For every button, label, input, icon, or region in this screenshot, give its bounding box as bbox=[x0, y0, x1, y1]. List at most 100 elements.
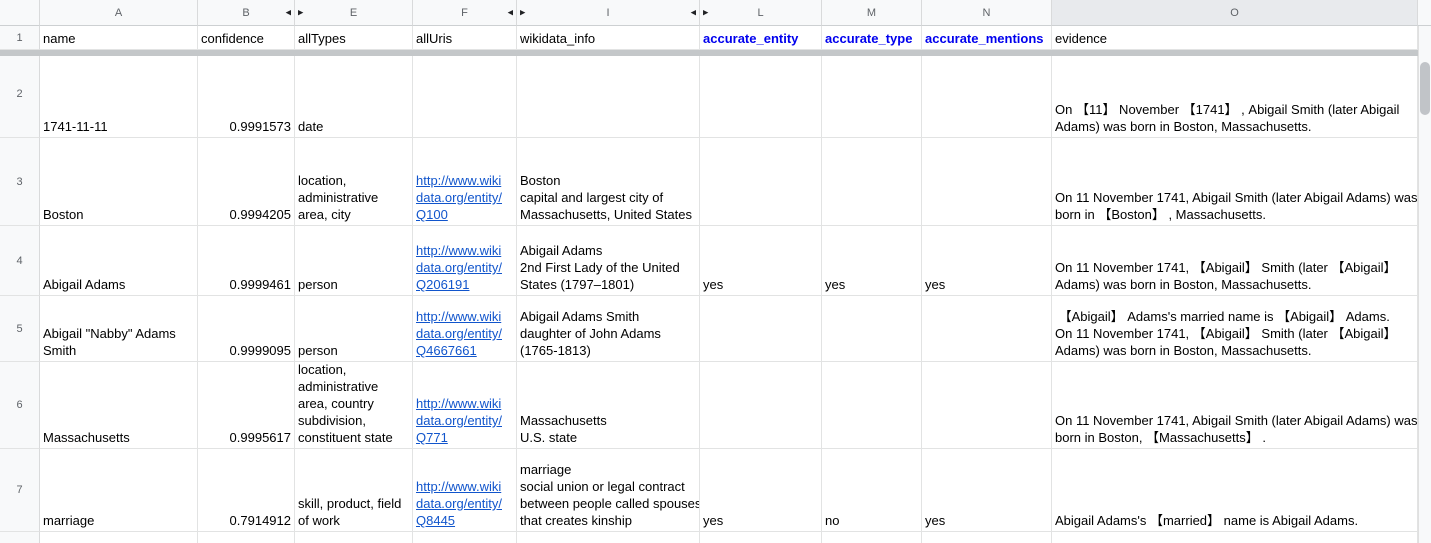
cell-A2[interactable]: 1741-11-11 bbox=[40, 50, 198, 138]
select-all-corner[interactable] bbox=[0, 0, 40, 26]
cell-L2[interactable] bbox=[700, 50, 822, 138]
cell-E6[interactable]: location, administrative area, country s… bbox=[295, 362, 413, 449]
cell-E3[interactable]: location, administrative area, city bbox=[295, 138, 413, 226]
cell-N8[interactable] bbox=[922, 532, 1052, 543]
cell-B8[interactable] bbox=[198, 532, 295, 543]
column-header-N[interactable]: N bbox=[922, 0, 1052, 26]
cell-B2[interactable]: 0.9991573 bbox=[198, 50, 295, 138]
cell-text: 0.9999461 bbox=[229, 277, 291, 292]
cell-I1[interactable]: wikidata_info bbox=[517, 26, 700, 50]
cell-A6[interactable]: Massachusetts bbox=[40, 362, 198, 449]
cell-M4[interactable]: yes bbox=[822, 226, 922, 296]
cell-F1[interactable]: allUris bbox=[413, 26, 517, 50]
cell-N6[interactable] bbox=[922, 362, 1052, 449]
cell-L6[interactable] bbox=[700, 362, 822, 449]
cell-I3[interactable]: Boston capital and largest city of Massa… bbox=[517, 138, 700, 226]
column-header-M[interactable]: M bbox=[822, 0, 922, 26]
cell-O1[interactable]: evidence bbox=[1052, 26, 1418, 50]
cell-A7[interactable]: marriage bbox=[40, 449, 198, 532]
cell-L1[interactable]: accurate_entity bbox=[700, 26, 822, 50]
cell-I2[interactable] bbox=[517, 50, 700, 138]
cell-F8[interactable] bbox=[413, 532, 517, 543]
cell-O5[interactable]: 【Abigail】 Adams's married name is 【Abiga… bbox=[1052, 296, 1418, 362]
row-header-4[interactable]: 4 bbox=[0, 226, 40, 296]
hidden-columns-expand-left-icon[interactable]: ◀ bbox=[286, 9, 291, 16]
cell-I4[interactable]: Abigail Adams 2nd First Lady of the Unit… bbox=[517, 226, 700, 296]
cell-A5[interactable]: Abigail "Nabby" Adams Smith bbox=[40, 296, 198, 362]
cell-F6[interactable]: http://www.wiki data.org/entity/ Q771 bbox=[413, 362, 517, 449]
cell-F3[interactable]: http://www.wiki data.org/entity/ Q100 bbox=[413, 138, 517, 226]
cell-N4[interactable]: yes bbox=[922, 226, 1052, 296]
column-header-F[interactable]: F ◀ bbox=[413, 0, 517, 26]
cell-O3[interactable]: On 11 November 1741, Abigail Smith (late… bbox=[1052, 138, 1418, 226]
cell-L4[interactable]: yes bbox=[700, 226, 822, 296]
cell-N1[interactable]: accurate_mentions bbox=[922, 26, 1052, 50]
cell-L8[interactable] bbox=[700, 532, 822, 543]
hidden-columns-expand-left-icon[interactable]: ◀ bbox=[508, 9, 513, 16]
cell-M7[interactable]: no bbox=[822, 449, 922, 532]
column-header-L[interactable]: L ▶ bbox=[700, 0, 822, 26]
hidden-columns-expand-right-icon[interactable]: ▶ bbox=[703, 9, 708, 16]
cell-B6[interactable]: 0.9995617 bbox=[198, 362, 295, 449]
hidden-columns-expand-left-icon[interactable]: ◀ bbox=[691, 9, 696, 16]
cell-O2[interactable]: On 【11】 November 【1741】 , Abigail Smith … bbox=[1052, 50, 1418, 138]
column-header-I[interactable]: I ▶ ◀ bbox=[517, 0, 700, 26]
cell-E2[interactable]: date bbox=[295, 50, 413, 138]
cell-B5[interactable]: 0.9999095 bbox=[198, 296, 295, 362]
vertical-scrollbar-track[interactable] bbox=[1418, 26, 1431, 543]
row-header-1[interactable]: 1 bbox=[0, 26, 40, 50]
cell-O8[interactable] bbox=[1052, 532, 1418, 543]
cell-F4[interactable]: http://www.wiki data.org/entity/ Q206191 bbox=[413, 226, 517, 296]
cell-E7[interactable]: skill, product, field of work bbox=[295, 449, 413, 532]
cell-A8[interactable] bbox=[40, 532, 198, 543]
cell-E1[interactable]: allTypes bbox=[295, 26, 413, 50]
column-header-B[interactable]: B ◀ bbox=[198, 0, 295, 26]
row-header-3[interactable]: 3 bbox=[0, 138, 40, 226]
cell-N2[interactable] bbox=[922, 50, 1052, 138]
row-header-2[interactable]: 2 bbox=[0, 50, 40, 138]
hidden-columns-expand-right-icon[interactable]: ▶ bbox=[298, 9, 303, 16]
vertical-scrollbar-thumb[interactable] bbox=[1420, 62, 1430, 115]
cell-L7[interactable]: yes bbox=[700, 449, 822, 532]
cell-N3[interactable] bbox=[922, 138, 1052, 226]
row-header-5[interactable]: 5 bbox=[0, 296, 40, 362]
cell-B1[interactable]: confidence bbox=[198, 26, 295, 50]
row-header-7[interactable]: 7 bbox=[0, 449, 40, 532]
column-header-O[interactable]: O bbox=[1052, 0, 1418, 26]
cell-M6[interactable] bbox=[822, 362, 922, 449]
hidden-columns-expand-right-icon[interactable]: ▶ bbox=[520, 9, 525, 16]
cell-O4[interactable]: On 11 November 1741, 【Abigail】 Smith (la… bbox=[1052, 226, 1418, 296]
cell-B7[interactable]: 0.7914912 bbox=[198, 449, 295, 532]
cell-E4[interactable]: person bbox=[295, 226, 413, 296]
cell-A4[interactable]: Abigail Adams bbox=[40, 226, 198, 296]
cell-M3[interactable] bbox=[822, 138, 922, 226]
cell-I5[interactable]: Abigail Adams Smith daughter of John Ada… bbox=[517, 296, 700, 362]
cell-A3[interactable]: Boston bbox=[40, 138, 198, 226]
cell-N5[interactable] bbox=[922, 296, 1052, 362]
row-header-8[interactable]: 8 bbox=[0, 532, 40, 543]
column-header-A[interactable]: A bbox=[40, 0, 198, 26]
cell-B4[interactable]: 0.9999461 bbox=[198, 226, 295, 296]
cell-L3[interactable] bbox=[700, 138, 822, 226]
cell-A1[interactable]: name bbox=[40, 26, 198, 50]
cell-O7[interactable]: Abigail Adams's 【married】 name is Abigai… bbox=[1052, 449, 1418, 532]
cell-B3[interactable]: 0.9994205 bbox=[198, 138, 295, 226]
frozen-row-divider[interactable] bbox=[0, 50, 1418, 56]
cell-I8[interactable] bbox=[517, 532, 700, 543]
cell-O6[interactable]: On 11 November 1741, Abigail Smith (late… bbox=[1052, 362, 1418, 449]
cell-E8[interactable] bbox=[295, 532, 413, 543]
cell-N7[interactable]: yes bbox=[922, 449, 1052, 532]
cell-F5[interactable]: http://www.wiki data.org/entity/ Q466766… bbox=[413, 296, 517, 362]
row-header-6[interactable]: 6 bbox=[0, 362, 40, 449]
cell-M8[interactable] bbox=[822, 532, 922, 543]
cell-L5[interactable] bbox=[700, 296, 822, 362]
cell-E5[interactable]: person bbox=[295, 296, 413, 362]
cell-M1[interactable]: accurate_type bbox=[822, 26, 922, 50]
column-header-E[interactable]: E ▶ bbox=[295, 0, 413, 26]
cell-M2[interactable] bbox=[822, 50, 922, 138]
cell-M5[interactable] bbox=[822, 296, 922, 362]
cell-F7[interactable]: http://www.wiki data.org/entity/ Q8445 bbox=[413, 449, 517, 532]
cell-I7[interactable]: marriage social union or legal contract … bbox=[517, 449, 700, 532]
cell-I6[interactable]: Massachusetts U.S. state bbox=[517, 362, 700, 449]
cell-F2[interactable] bbox=[413, 50, 517, 138]
